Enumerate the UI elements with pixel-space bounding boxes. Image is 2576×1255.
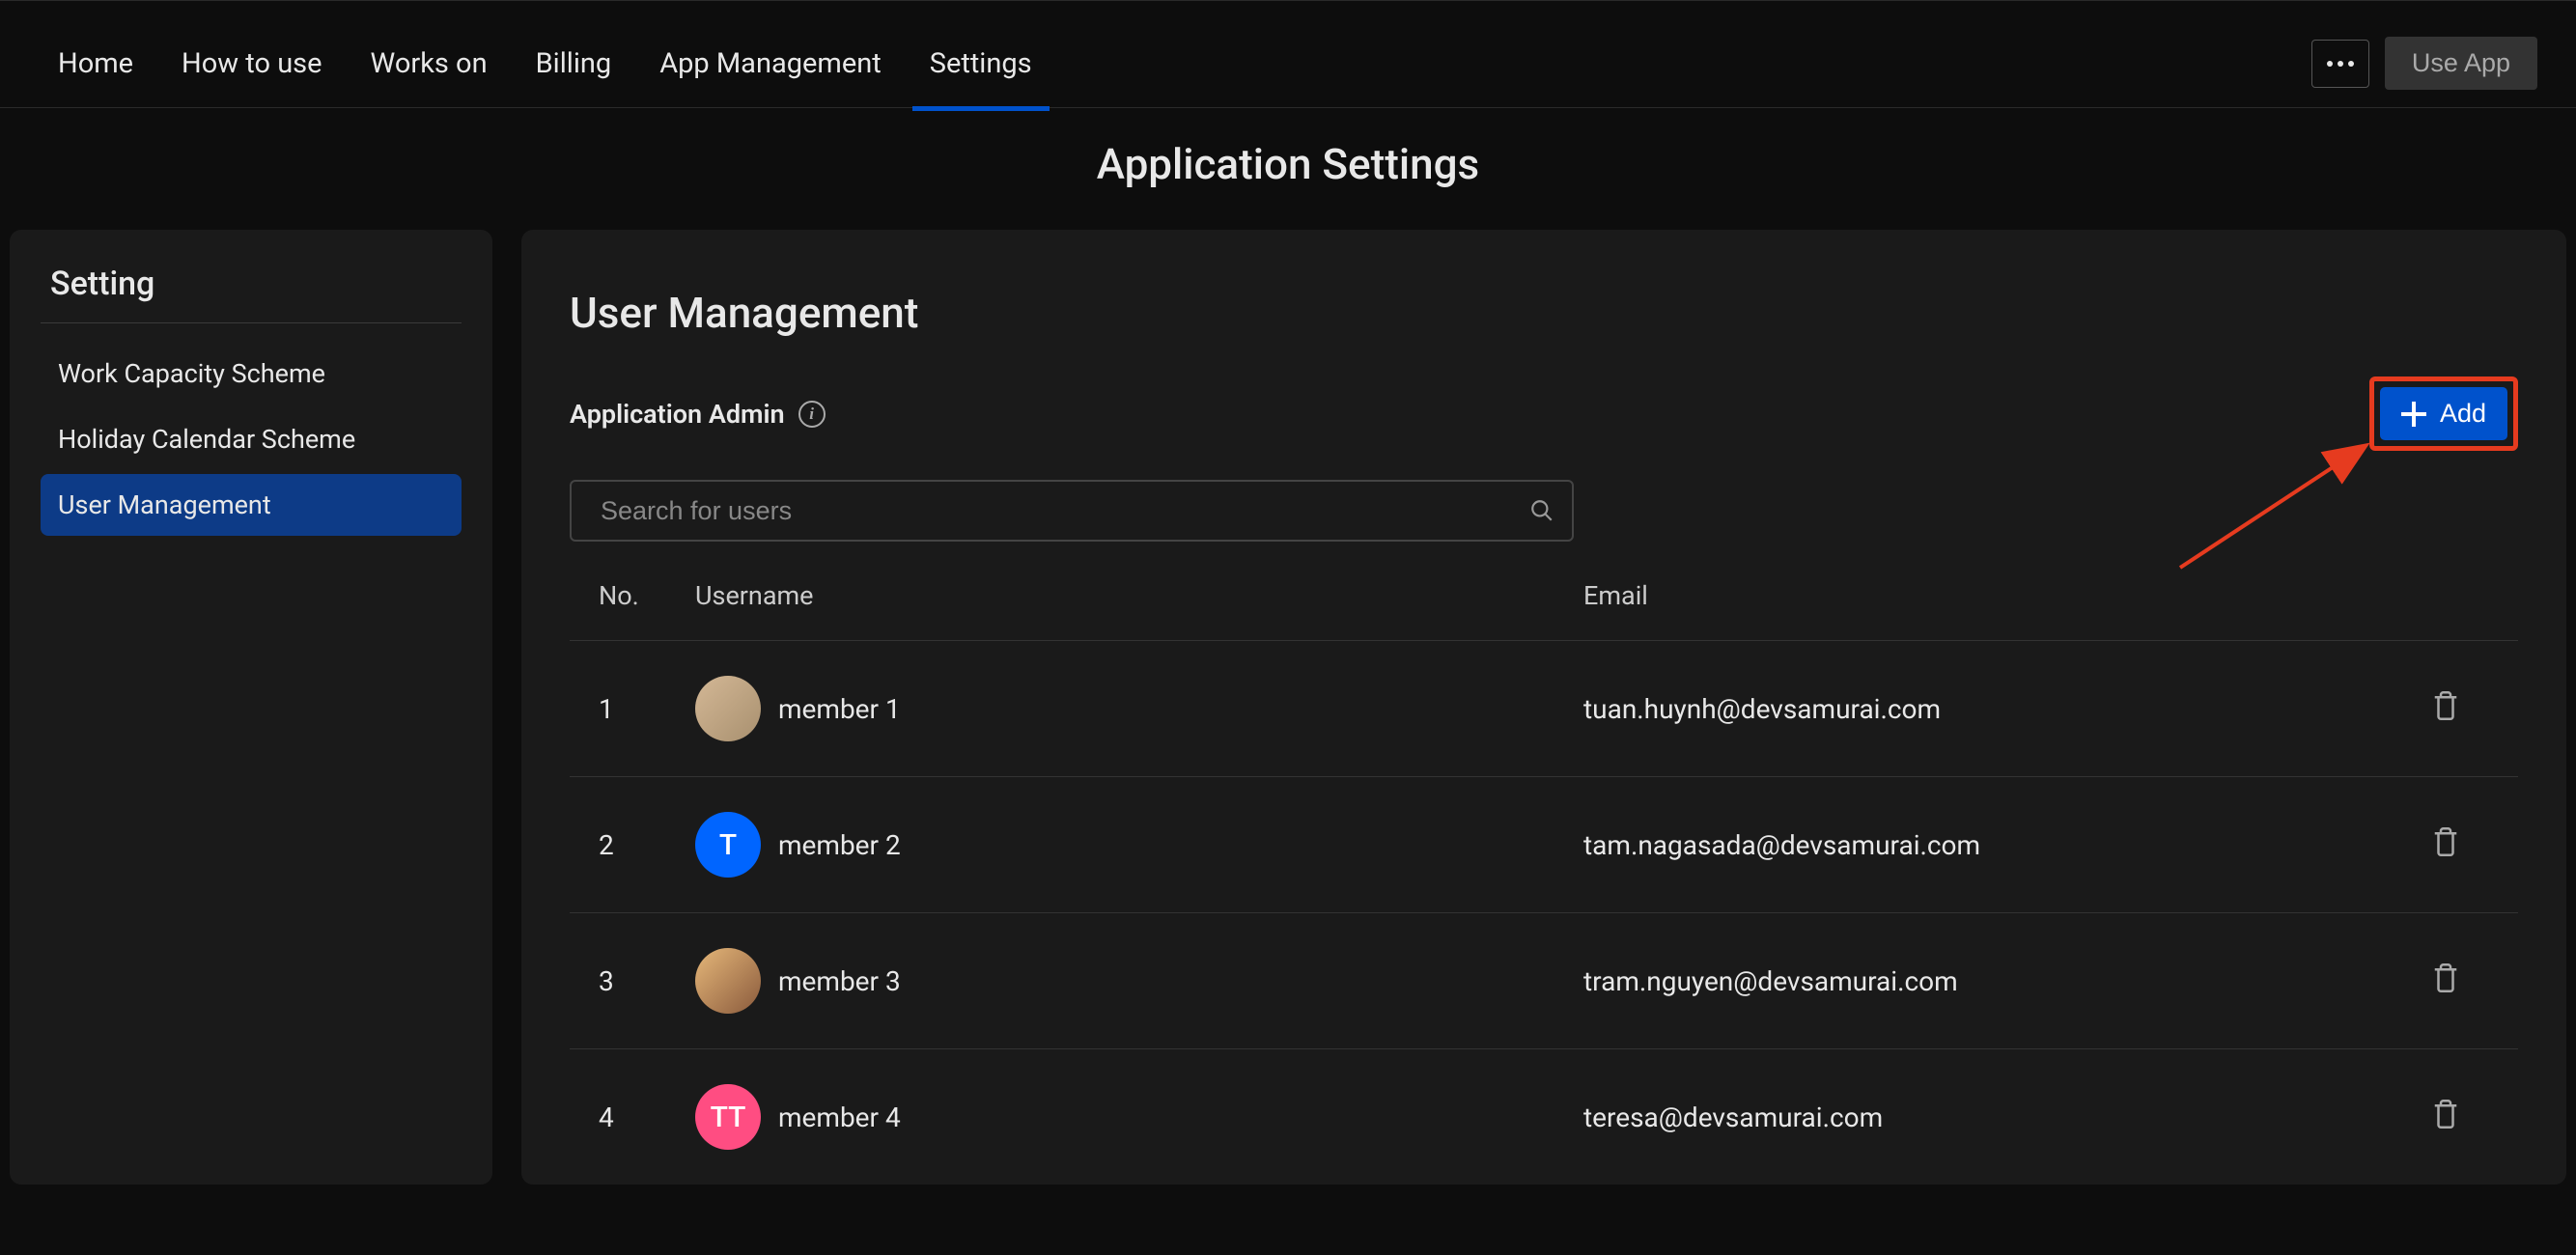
search-icon	[1529, 498, 1554, 523]
use-app-button[interactable]: Use App	[2385, 37, 2537, 90]
sidebar: Setting Work Capacity Scheme Holiday Cal…	[10, 230, 492, 1185]
annotation-arrow	[2170, 432, 2383, 577]
avatar: TT	[695, 1084, 761, 1150]
top-nav: Home How to use Works on Billing App Man…	[0, 19, 2576, 108]
admin-label-text: Application Admin	[570, 399, 785, 430]
row-no: 4	[599, 1102, 695, 1133]
info-icon[interactable]: i	[798, 401, 826, 428]
table-row: 2 T member 2 tam.nagasada@devsamurai.com	[570, 776, 2518, 912]
add-button-label: Add	[2440, 399, 2486, 429]
avatar: T	[695, 812, 761, 878]
table-row: 3 member 3 tram.nguyen@devsamurai.com	[570, 912, 2518, 1048]
trash-icon[interactable]	[2431, 1098, 2460, 1130]
users-table: No. Username Email 1 member 1 tuan.huynh…	[570, 580, 2518, 1185]
row-username: member 1	[778, 693, 901, 725]
row-no: 2	[599, 829, 695, 861]
table-row: 1 member 1 tuan.huynh@devsamurai.com	[570, 640, 2518, 776]
sidebar-item-user-management[interactable]: User Management	[41, 474, 462, 536]
plus-icon	[2401, 402, 2426, 427]
trash-icon[interactable]	[2431, 825, 2460, 858]
admin-label: Application Admin i	[570, 399, 826, 430]
add-button[interactable]: Add	[2380, 387, 2507, 440]
col-no: No.	[599, 580, 695, 611]
col-email: Email	[1583, 580, 2431, 611]
table-header: No. Username Email	[570, 580, 2518, 640]
row-email: tram.nguyen@devsamurai.com	[1583, 965, 2431, 997]
nav-how-to-use[interactable]: How to use	[182, 18, 322, 109]
row-username: member 2	[778, 829, 901, 861]
table-row: 4 TT member 4 teresa@devsamurai.com	[570, 1048, 2518, 1185]
sidebar-item-holiday-calendar[interactable]: Holiday Calendar Scheme	[41, 408, 462, 470]
nav-app-management[interactable]: App Management	[659, 18, 882, 109]
sidebar-divider	[41, 322, 462, 323]
trash-icon[interactable]	[2431, 689, 2460, 722]
row-username: member 4	[778, 1102, 901, 1133]
avatar	[695, 676, 761, 741]
col-username: Username	[695, 580, 1583, 611]
nav-home[interactable]: Home	[58, 18, 133, 109]
trash-icon[interactable]	[2431, 962, 2460, 994]
row-email: teresa@devsamurai.com	[1583, 1102, 2431, 1133]
avatar	[695, 948, 761, 1014]
row-no: 1	[599, 693, 695, 725]
main-panel: User Management Application Admin i Add	[521, 230, 2566, 1185]
main-title: User Management	[570, 288, 2518, 338]
more-button[interactable]	[2311, 40, 2369, 88]
row-email: tuan.huynh@devsamurai.com	[1583, 693, 2431, 725]
row-username: member 3	[778, 965, 901, 997]
nav-billing[interactable]: Billing	[536, 18, 612, 109]
more-icon	[2327, 61, 2354, 67]
page-title: Application Settings	[0, 108, 2576, 230]
nav-settings[interactable]: Settings	[930, 18, 1032, 109]
add-button-highlight: Add	[2369, 376, 2518, 451]
search-input[interactable]	[570, 480, 1574, 542]
row-email: tam.nagasada@devsamurai.com	[1583, 829, 2431, 861]
nav-works-on[interactable]: Works on	[371, 18, 488, 109]
row-no: 3	[599, 965, 695, 997]
sidebar-item-work-capacity[interactable]: Work Capacity Scheme	[41, 343, 462, 404]
sidebar-title: Setting	[41, 265, 462, 303]
